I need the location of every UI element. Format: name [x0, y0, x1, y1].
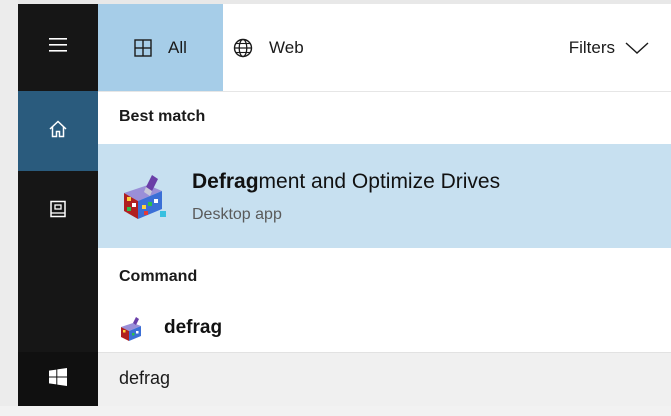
menu-button[interactable]	[18, 4, 98, 91]
tab-all-label: All	[168, 37, 187, 57]
defrag-command-icon	[119, 315, 147, 348]
best-match-heading: Best match	[119, 108, 206, 125]
window-frame-left	[0, 0, 18, 416]
best-match-title-match: Defrag	[192, 170, 259, 193]
grid-icon	[134, 38, 152, 57]
best-match-result[interactable]: Defragment and Optimize Drives Desktop a…	[98, 144, 671, 248]
globe-icon	[233, 38, 253, 58]
filters-dropdown[interactable]: Filters	[569, 4, 649, 91]
documents-icon	[48, 199, 68, 224]
search-box[interactable]: defrag	[98, 352, 671, 406]
tab-web-label: Web	[269, 37, 304, 57]
documents-button[interactable]	[18, 171, 98, 251]
search-header: All Web Filters	[98, 4, 671, 92]
best-match-title: Defragment and Optimize Drives	[192, 170, 500, 194]
search-results: Best match Defragment and Optimize Drive…	[98, 92, 671, 352]
left-rail	[18, 4, 98, 406]
home-icon	[48, 119, 68, 144]
command-result-label: defrag	[164, 317, 223, 338]
tab-web[interactable]: Web	[233, 4, 353, 91]
tab-all[interactable]: All	[98, 4, 223, 91]
filters-label: Filters	[568, 37, 615, 57]
search-input[interactable]: defrag	[119, 368, 170, 389]
chevron-down-icon	[625, 41, 649, 55]
start-button[interactable]	[18, 352, 98, 406]
windows-start-icon	[49, 367, 67, 391]
best-match-subtitle: Desktop app	[192, 206, 282, 223]
window-frame-bottom	[0, 406, 671, 416]
command-heading: Command	[119, 268, 198, 285]
hamburger-icon	[49, 38, 67, 57]
defrag-app-icon	[118, 169, 172, 228]
best-match-title-rest: ment and Optimize Drives	[258, 170, 501, 193]
home-button[interactable]	[18, 91, 98, 171]
command-result[interactable]: defrag	[98, 309, 671, 352]
